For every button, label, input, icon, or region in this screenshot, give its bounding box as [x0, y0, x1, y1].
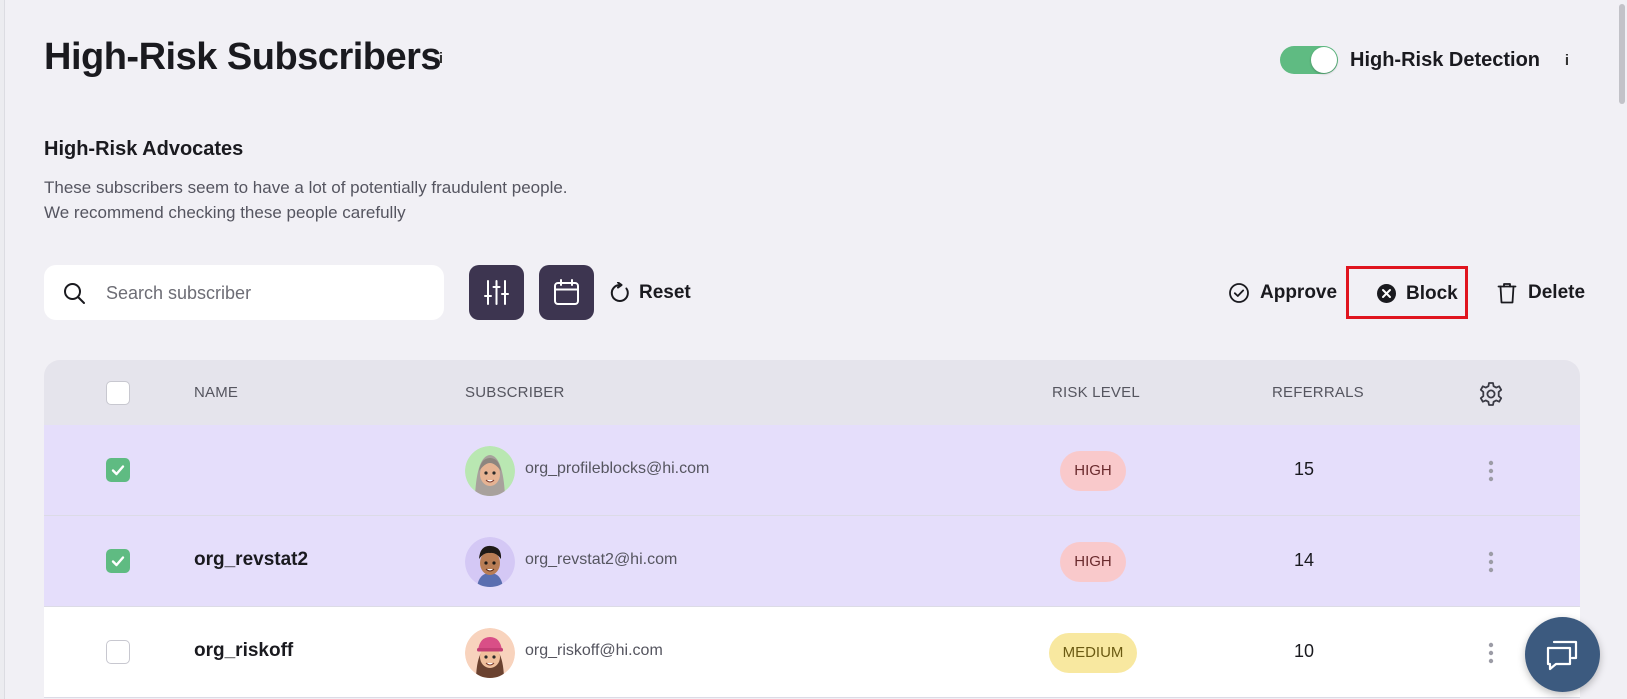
chat-support-button[interactable]: [1525, 617, 1600, 692]
check-icon: [111, 465, 125, 476]
detection-info-icon[interactable]: i: [1560, 52, 1574, 69]
search-icon: [64, 283, 85, 304]
more-options-icon[interactable]: [1487, 459, 1495, 483]
row-referrals: 15: [1293, 459, 1315, 479]
scrollbar-thumb[interactable]: [1619, 4, 1625, 104]
filter-button[interactable]: [469, 265, 524, 320]
title-info-icon[interactable]: i: [434, 50, 448, 67]
table-row[interactable]: org_revstat2 org_revstat2@hi.com HIGH 14: [44, 516, 1580, 607]
row-referrals: 10: [1293, 641, 1315, 661]
approve-label: Approve: [1260, 282, 1338, 303]
check-icon: [111, 556, 125, 567]
high-risk-detection-toggle[interactable]: [1280, 46, 1338, 74]
check-circle-icon: [1229, 283, 1249, 303]
risk-badge: HIGH: [1060, 542, 1126, 582]
section-description-line1: These subscribers seem to have a lot of …: [44, 178, 568, 197]
column-referrals[interactable]: REFERRALS: [1272, 384, 1364, 401]
select-all-checkbox[interactable]: [106, 381, 130, 405]
page-title: High-Risk Subscribers: [44, 36, 442, 78]
row-name[interactable]: org_riskoff: [194, 640, 293, 662]
row-email: org_revstat2@hi.com: [525, 551, 678, 568]
row-referrals: 14: [1293, 550, 1315, 570]
trash-icon: [1497, 283, 1517, 304]
row-name[interactable]: org_revstat2: [194, 549, 308, 571]
table-header: NAME SUBSCRIBER RISK LEVEL REFERRALS: [44, 360, 1580, 425]
left-panel-edge: [0, 0, 5, 699]
toggle-knob: [1311, 47, 1337, 73]
man-dark-hair-avatar: [465, 537, 515, 587]
detection-label: High-Risk Detection: [1350, 49, 1541, 71]
approve-button[interactable]: Approve: [1228, 280, 1338, 306]
delete-button[interactable]: Delete: [1496, 280, 1586, 306]
subscribers-table: NAME SUBSCRIBER RISK LEVEL REFERRALS org…: [44, 360, 1580, 699]
column-subscriber[interactable]: SUBSCRIBER: [465, 384, 565, 401]
more-options-icon[interactable]: [1487, 550, 1495, 574]
woman-grey-hair-avatar: [465, 446, 515, 496]
more-options-icon[interactable]: [1487, 641, 1495, 665]
gear-icon[interactable]: [1478, 381, 1504, 407]
block-button[interactable]: Block: [1346, 266, 1468, 319]
calendar-icon: [554, 279, 579, 305]
woman-pink-cap-avatar: [465, 628, 515, 678]
refresh-icon: [610, 282, 629, 302]
row-email: org_profileblocks@hi.com: [525, 460, 710, 477]
row-checkbox[interactable]: [106, 549, 130, 573]
risk-badge: HIGH: [1060, 451, 1126, 491]
row-email: org_riskoff@hi.com: [525, 642, 663, 659]
table-row[interactable]: org_profileblocks@hi.com HIGH 15: [44, 425, 1580, 516]
search-box: [44, 265, 444, 322]
column-risk-level[interactable]: RISK LEVEL: [1052, 384, 1140, 401]
reset-label: Reset: [639, 282, 691, 303]
section-title: High-Risk Advocates: [44, 138, 244, 160]
table-row[interactable]: org_riskoff org_riskoff@hi.com MEDIUM 10: [44, 607, 1580, 698]
section-description-line2: We recommend checking these people caref…: [44, 203, 406, 222]
column-name[interactable]: NAME: [194, 384, 238, 401]
row-checkbox[interactable]: [106, 640, 130, 664]
date-filter-button[interactable]: [539, 265, 594, 320]
risk-badge: MEDIUM: [1049, 633, 1137, 673]
search-input[interactable]: [104, 265, 428, 322]
row-checkbox[interactable]: [106, 458, 130, 482]
x-circle-icon: [1377, 284, 1396, 303]
scrollbar[interactable]: [1615, 0, 1627, 699]
block-label: Block: [1406, 283, 1458, 304]
delete-label: Delete: [1528, 282, 1586, 303]
sliders-icon: [484, 280, 509, 305]
chat-icon: [1546, 640, 1578, 671]
